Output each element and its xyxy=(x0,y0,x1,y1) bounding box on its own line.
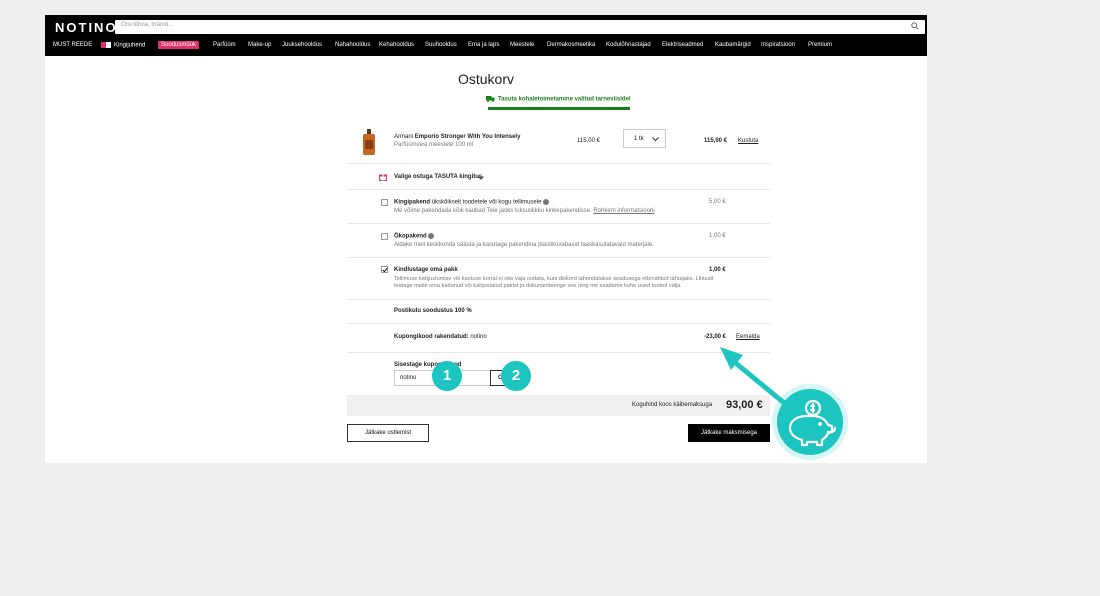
truck-icon xyxy=(486,96,495,102)
option-price: 5,00 € xyxy=(709,199,726,205)
remove-item-link[interactable]: Kustuta xyxy=(738,138,758,144)
top-bar: NOTINO Otsi lõhna, brändi... xyxy=(45,15,927,38)
total-value: 93,00 € xyxy=(726,399,763,411)
option-title-bold: Ökopakend xyxy=(394,233,427,240)
postage-discount: Postikulu soodustus 100 % xyxy=(394,308,472,314)
free-shipping-notice: Tasuta kohaletoimetamine valitud tarnevi… xyxy=(486,96,631,103)
coupon-discount: -23,00 € xyxy=(704,334,727,340)
main-nav: MUST REEDE Kingijuhend Soodusmüük Parfüü… xyxy=(45,38,927,56)
quantity-value: 1 tk xyxy=(634,136,644,142)
nav-item-kehahooldus[interactable]: Kehahooldus xyxy=(379,42,414,48)
more-info-link[interactable]: Rohkem informatsiooni xyxy=(593,208,654,214)
step-badge-2: 2 xyxy=(501,361,531,391)
product-title[interactable]: Armani Emporio Stronger With You Intense… xyxy=(394,134,520,140)
option-desc-text: Me võime pakendada kõik kaubad Teie jaok… xyxy=(394,208,592,214)
option-price: 1,00 € xyxy=(709,267,726,273)
option-desc: Tellimuse kahjustumise või kaotuse korra… xyxy=(394,276,714,282)
chevron-down-icon xyxy=(652,137,659,142)
option-title-bold: Kingipakend xyxy=(394,199,431,206)
option-price: 1,00 € xyxy=(709,233,726,239)
nav-item-ema-ja-laps[interactable]: Ema ja laps xyxy=(468,42,499,48)
chevron-down-icon xyxy=(478,176,484,180)
nav-item-kodulohnastajad[interactable]: Kodulõhnastajad xyxy=(606,42,651,48)
nav-item-must-reede[interactable]: MUST REEDE xyxy=(53,42,92,48)
coupon-applied-row: Kupongikood rakendatud: notino -23,00 € … xyxy=(347,324,770,353)
option-subtitle: ükskõikselt toodetele või kogu tellimuse… xyxy=(431,199,542,206)
nav-item-kaubamargid[interactable]: Kaubamärgid xyxy=(715,42,751,48)
search-icon[interactable] xyxy=(911,22,919,30)
coupon-applied-code: notino xyxy=(470,334,487,340)
free-shipping-progress xyxy=(488,107,630,110)
option-title: Kingipakend ükskõikselt toodetele või ko… xyxy=(394,199,550,206)
option-title: Ökopakend xyxy=(394,233,435,240)
nav-item-juuksehooldus[interactable]: Juuksehooldus xyxy=(282,42,322,48)
page-title: Ostukorv xyxy=(457,71,514,87)
search-input[interactable]: Otsi lõhna, brändi... xyxy=(115,20,925,34)
option-eco-pack: Ökopakend Aidake meil keskkonda säästa j… xyxy=(347,224,770,258)
nav-item-meestele[interactable]: Meestele xyxy=(510,42,534,48)
continue-shopping-button[interactable]: Jätkake ostlemist xyxy=(347,424,429,442)
notino-logo[interactable]: NOTINO xyxy=(55,20,118,35)
checkmark-icon xyxy=(382,267,388,273)
eco-pack-checkbox[interactable] xyxy=(381,233,388,240)
nav-item-elektriseadmed[interactable]: Elektriseadmed xyxy=(662,42,703,48)
option-desc-2: teatage meile oma kadunud või kahjustatu… xyxy=(394,283,682,289)
gift-choice-label: Valige ostuga TASUTA kingitus xyxy=(394,174,483,180)
option-insurance: Kindlustage oma pakk Tellimuse kahjustum… xyxy=(347,258,770,300)
nav-item-nahahooldus[interactable]: Nahahooldus xyxy=(335,42,370,48)
gift-wrap-checkbox[interactable] xyxy=(381,199,388,206)
product-desc: Parfüümvesi meestele 100 ml xyxy=(394,142,474,148)
option-gift-wrap: Kingipakend ükskõikselt toodetele või ko… xyxy=(347,190,770,224)
nav-item-kingijuhend[interactable]: Kingijuhend xyxy=(101,42,145,49)
coupon-input-value: notino xyxy=(400,375,417,381)
continue-to-payment-button[interactable]: Jätkake maksmisega xyxy=(688,424,770,442)
nav-item-dermakosmeetika[interactable]: Dermakosmeetika xyxy=(547,42,595,48)
product-image[interactable] xyxy=(361,129,377,156)
step-badge-1: 1 xyxy=(432,361,462,391)
info-icon[interactable] xyxy=(428,233,435,239)
gift-guide-icon xyxy=(101,42,111,48)
product-name: Emporio Stronger With You Intensely xyxy=(414,134,521,140)
gift-choice-row[interactable]: Valige ostuga TASUTA kingitus xyxy=(347,164,770,190)
quantity-select[interactable]: 1 tk xyxy=(623,129,666,148)
nav-item-parfuum[interactable]: Parfüüm xyxy=(213,42,236,48)
unit-price: 115,00 € xyxy=(577,138,600,144)
option-desc: Aidake meil keskkonda säästa ja kasutage… xyxy=(394,242,654,248)
remove-coupon-link[interactable]: Eemalda xyxy=(736,334,760,340)
option-desc: Me võime pakendada kõik kaubad Teie jaok… xyxy=(394,208,655,214)
cart-item: Armani Emporio Stronger With You Intense… xyxy=(347,119,770,164)
insurance-checkbox[interactable] xyxy=(381,266,388,273)
order-total-bar: Koguhind koos käibemaksuga 93,00 € xyxy=(347,395,770,416)
gift-icon xyxy=(379,174,387,181)
nav-item-premium[interactable]: Premium xyxy=(808,42,832,48)
item-total: 115,00 € xyxy=(704,138,728,144)
nav-label: Kingijuhend xyxy=(114,42,146,49)
search-placeholder: Otsi lõhna, brändi... xyxy=(121,22,174,28)
nav-item-make-up[interactable]: Make-up xyxy=(248,42,271,48)
nav-item-soodusmuuk[interactable]: Soodusmüük xyxy=(158,41,200,49)
postage-discount-row: Postikulu soodustus 100 % xyxy=(347,300,770,324)
product-brand: Armani xyxy=(394,134,414,140)
free-shipping-text: Tasuta kohaletoimetamine valitud tarnevi… xyxy=(498,96,631,103)
coupon-applied: Kupongikood rakendatud: notino xyxy=(394,334,487,340)
info-icon[interactable] xyxy=(543,199,550,205)
option-title: Kindlustage oma pakk xyxy=(394,267,458,273)
total-label: Koguhind koos käibemaksuga xyxy=(632,402,713,408)
nav-item-inspiratsioon[interactable]: Inspiratsioon xyxy=(761,42,795,48)
coupon-applied-label: Kupongikood rakendatud: xyxy=(394,334,469,340)
browser-page: NOTINO Otsi lõhna, brändi... MUST REEDE … xyxy=(45,15,927,463)
nav-item-suuhooldus[interactable]: Suuhooldus xyxy=(425,42,457,48)
